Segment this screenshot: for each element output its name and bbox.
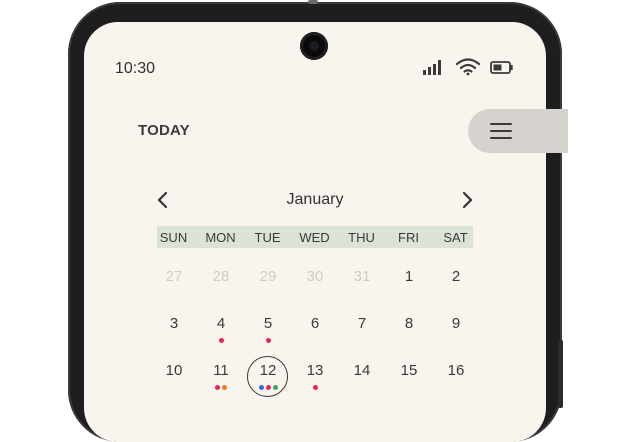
wifi-icon bbox=[455, 58, 481, 76]
event-dot bbox=[272, 385, 278, 390]
front-camera bbox=[300, 32, 328, 60]
calendar-day[interactable]: 16 bbox=[434, 362, 478, 388]
calendar-day[interactable]: 10 bbox=[152, 362, 196, 388]
calendar-day[interactable]: 30 bbox=[293, 268, 337, 294]
weekday-mon: MON bbox=[205, 230, 236, 245]
calendar-day[interactable]: 2 bbox=[434, 268, 478, 294]
calendar-day[interactable]: 14 bbox=[340, 362, 384, 388]
event-dot bbox=[265, 385, 271, 390]
phone-side-button bbox=[558, 340, 563, 408]
month-title: January bbox=[286, 191, 344, 208]
calendar-day[interactable]: 28 bbox=[199, 268, 243, 294]
calendar-day[interactable]: 15 bbox=[387, 362, 431, 388]
calendar-day[interactable]: 29 bbox=[246, 268, 290, 294]
chevron-right-icon bbox=[462, 191, 473, 209]
event-dot bbox=[215, 385, 220, 390]
weekday-wed: WED bbox=[299, 230, 330, 245]
calendar-day[interactable]: 1 bbox=[387, 268, 431, 294]
menu-icon-line bbox=[490, 130, 512, 132]
event-dot bbox=[258, 385, 264, 390]
calendar-day[interactable]: 27 bbox=[152, 268, 196, 294]
calendar-day[interactable]: 11 bbox=[199, 362, 243, 388]
status-icons bbox=[420, 55, 520, 79]
calendar-day[interactable]: 3 bbox=[152, 315, 196, 341]
battery-icon bbox=[490, 61, 513, 74]
phone-top-button bbox=[308, 0, 318, 4]
cellular-signal-icon bbox=[423, 60, 441, 75]
event-dot bbox=[222, 385, 227, 390]
event-dot bbox=[265, 338, 271, 343]
calendar-day[interactable]: 7 bbox=[340, 315, 384, 341]
menu-icon-line bbox=[490, 123, 512, 125]
menu-icon-line bbox=[490, 137, 512, 139]
next-month-button[interactable] bbox=[457, 190, 477, 210]
event-dot bbox=[218, 338, 224, 343]
calendar-day[interactable]: 31 bbox=[340, 268, 384, 294]
event-dot bbox=[312, 385, 318, 390]
weekday-fri: FRI bbox=[398, 230, 419, 245]
status-time: 10:30 bbox=[115, 60, 156, 77]
calendar-day[interactable]: 8 bbox=[387, 315, 431, 341]
chevron-left-icon bbox=[157, 191, 168, 209]
weekday-thu: THU bbox=[348, 230, 375, 245]
calendar-day[interactable]: 6 bbox=[293, 315, 337, 341]
weekday-sun: SUN bbox=[159, 230, 188, 245]
weekday-sat: SAT bbox=[443, 230, 468, 245]
weekday-tue: TUE bbox=[254, 230, 281, 245]
calendar-day[interactable]: 9 bbox=[434, 315, 478, 341]
menu-button[interactable] bbox=[468, 109, 568, 153]
previous-month-button[interactable] bbox=[153, 190, 173, 210]
today-button[interactable]: TODAY bbox=[138, 122, 190, 139]
